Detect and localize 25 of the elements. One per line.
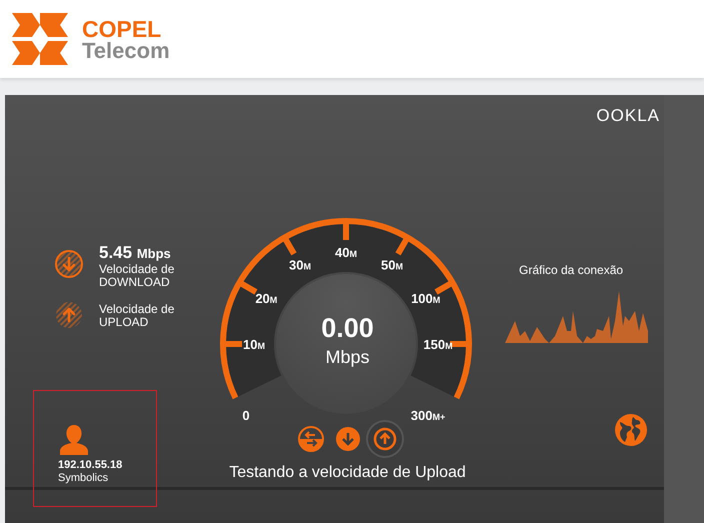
gauge-label: 150M <box>423 337 453 352</box>
logo-icon <box>12 13 68 65</box>
gauge-label: 30M <box>289 257 311 272</box>
result-label: Velocidade de UPLOAD <box>99 303 174 329</box>
speed-reading: 0.00 <box>321 313 374 343</box>
brand-subtitle: Telecom <box>82 40 170 62</box>
gauge-label: 100M <box>411 291 440 306</box>
result-label: Velocidade de DOWNLOAD <box>99 263 174 289</box>
gauge-label: 10M <box>243 337 265 352</box>
speed-unit: Mbps <box>325 346 370 369</box>
gauge-label: 0 <box>242 408 250 420</box>
download-speed: 5.45 Mbps <box>99 244 172 263</box>
status-text: Testando a velocidade de Upload <box>229 463 466 483</box>
brand-name: COPEL <box>82 18 162 40</box>
gauge-label: 50M <box>381 257 403 272</box>
gauge-label: 20M <box>255 291 278 306</box>
ookla-logo: OOKLA <box>596 107 660 125</box>
gauge-label: 40M <box>335 245 357 260</box>
client-ip: 192.10.55.18 <box>58 459 124 472</box>
user-icon <box>60 425 88 455</box>
upload-test-button[interactable] <box>368 422 402 456</box>
gauge-label: 300M+ <box>410 408 446 420</box>
graph-title: Gráfico da conexão <box>519 263 624 277</box>
client-provider: Symbolics <box>58 472 110 485</box>
globe-icon <box>614 413 648 447</box>
